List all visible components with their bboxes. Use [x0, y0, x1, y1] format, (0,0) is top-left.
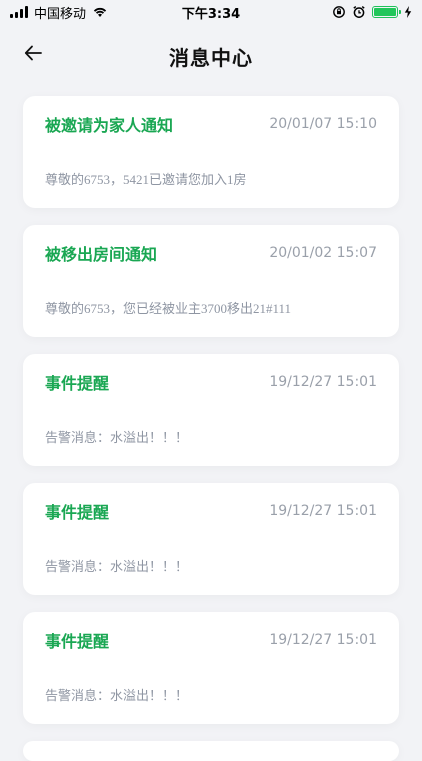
- message-body: 告警消息：水溢出！！！: [45, 560, 189, 575]
- message-list: 被邀请为家人通知 20/01/07 15:10 尊敬的6753，5421已邀请您…: [23, 96, 399, 761]
- message-card[interactable]: 事件提醒 19/12/27 15:01 告警消息：水溢出！！！: [23, 354, 399, 466]
- message-title: 被邀请为家人通知: [45, 116, 174, 135]
- message-time: 20/01/02 15:07: [269, 245, 377, 261]
- message-title: 被移出房间通知: [45, 245, 158, 264]
- message-title: 事件提醒: [45, 503, 110, 522]
- message-body: 告警消息：水溢出！！！: [45, 689, 189, 704]
- status-bar: 中国移动 下午3:34: [0, 0, 422, 24]
- message-card[interactable]: 被移出房间通知 20/01/02 15:07 尊敬的6753，您已经被业主370…: [23, 225, 399, 337]
- message-card[interactable]: 事件提醒 19/12/27 15:01 告警消息：水溢出！！！: [23, 483, 399, 595]
- alarm-clock-icon: [352, 5, 366, 19]
- battery-cap: [399, 10, 401, 14]
- nav-header: 消息中心: [0, 30, 422, 82]
- battery-icon: [372, 6, 401, 18]
- back-button[interactable]: [18, 40, 48, 70]
- wifi-icon: [92, 6, 108, 18]
- message-time: 19/12/27 15:01: [269, 503, 377, 519]
- message-body: 尊敬的6753，5421已邀请您加入1房: [45, 172, 247, 187]
- message-card[interactable]: 事件提醒 19/12/27 15:01 告警消息：水溢出！！！: [23, 612, 399, 724]
- message-time: 19/12/27 15:01: [269, 632, 377, 648]
- orientation-lock-icon: [332, 5, 346, 19]
- message-time: 20/01/07 15:10: [269, 116, 377, 132]
- message-title: 事件提醒: [45, 632, 110, 651]
- message-time: 19/12/27 15:01: [269, 374, 377, 390]
- charging-bolt-icon: [404, 6, 412, 18]
- page-title: 消息中心: [169, 45, 253, 70]
- status-right: [332, 5, 412, 19]
- status-left: 中国移动: [10, 3, 108, 22]
- arrow-left-icon: [23, 43, 43, 67]
- signal-icon: [10, 6, 28, 18]
- message-card-partial[interactable]: [23, 741, 399, 761]
- message-title: 事件提醒: [45, 374, 110, 393]
- carrier-name: 中国移动: [34, 6, 87, 22]
- message-body: 尊敬的6753，您已经被业主3700移出21#111: [45, 301, 292, 316]
- message-body: 告警消息：水溢出！！！: [45, 431, 189, 446]
- message-card[interactable]: 被邀请为家人通知 20/01/07 15:10 尊敬的6753，5421已邀请您…: [23, 96, 399, 208]
- battery-fill: [374, 8, 396, 16]
